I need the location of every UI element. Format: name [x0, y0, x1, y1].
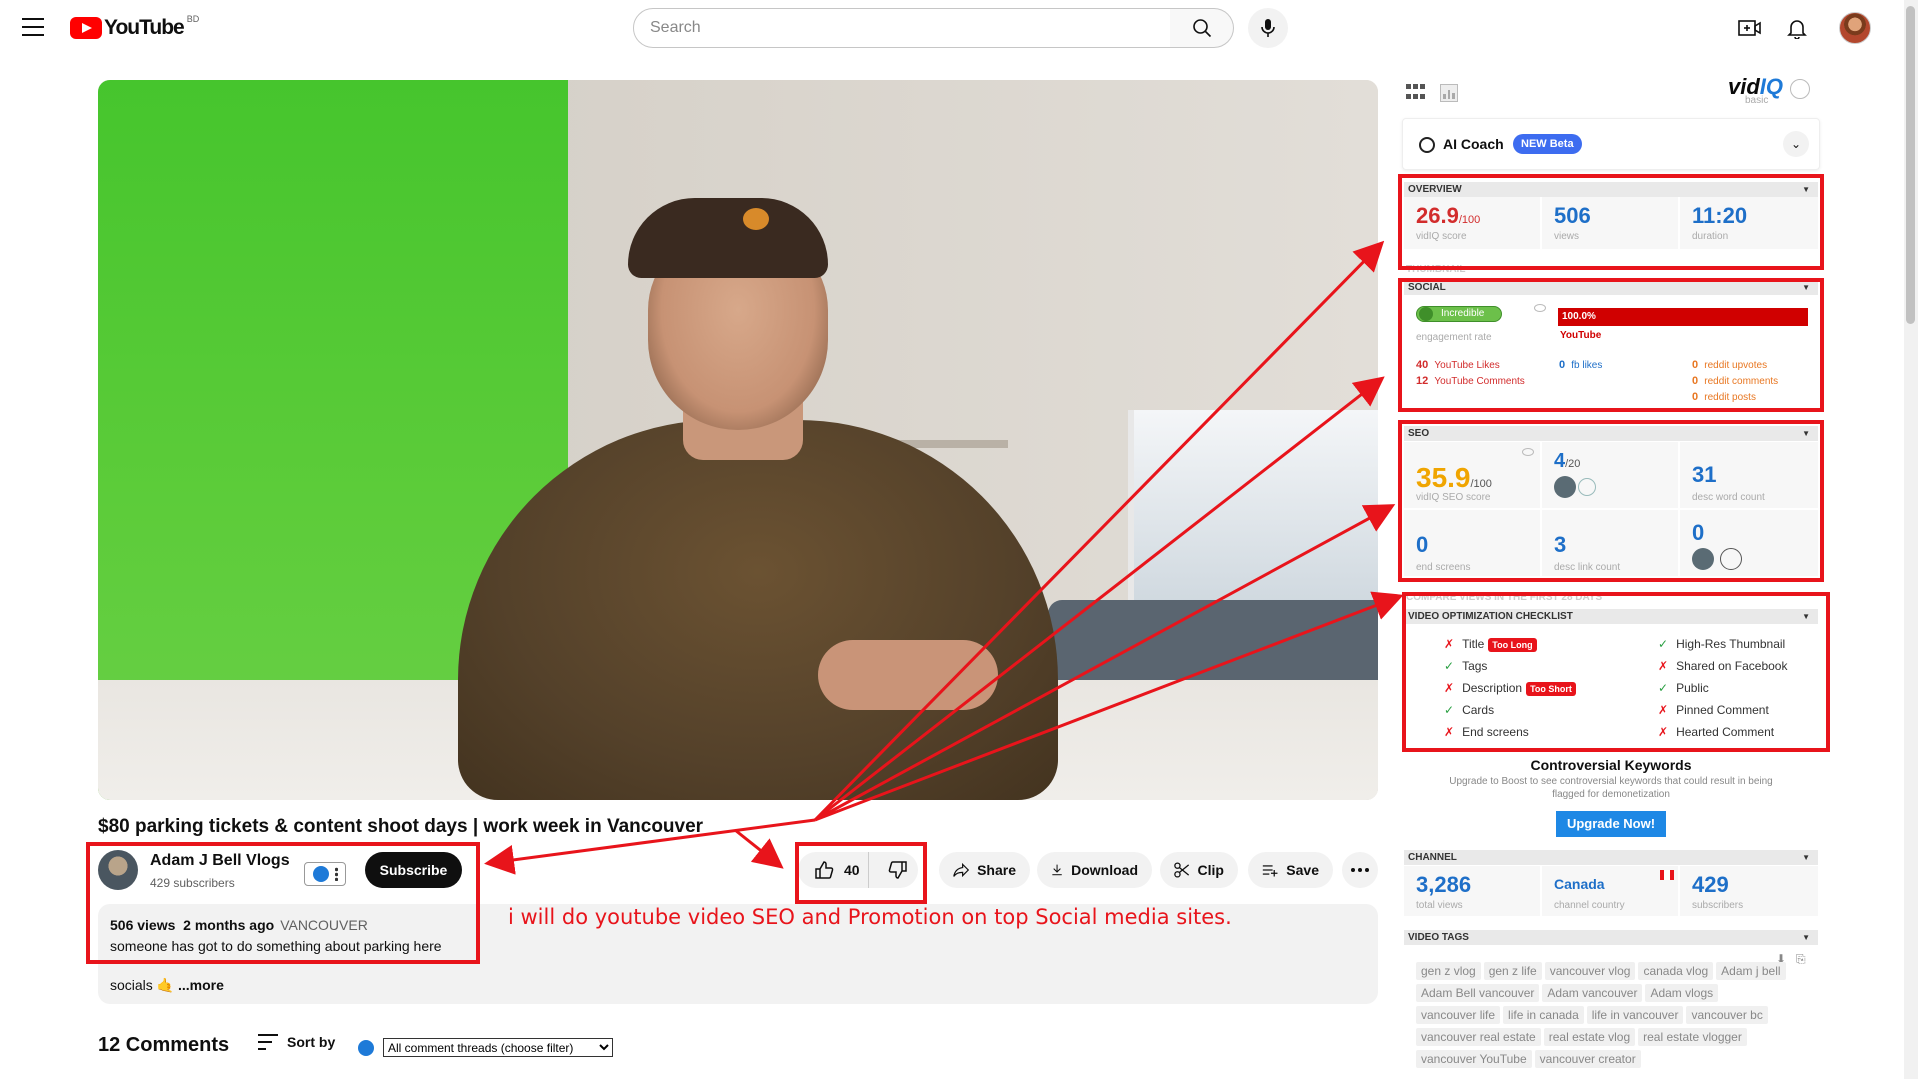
- arrow-to-social: [814, 376, 1385, 822]
- arrow-to-overview: [813, 240, 1385, 822]
- annotation-arrows: [484, 240, 1404, 875]
- arrow-to-checklist: [814, 591, 1404, 822]
- arrow-to-seo: [814, 504, 1396, 822]
- arrow-to-likes: [734, 828, 784, 869]
